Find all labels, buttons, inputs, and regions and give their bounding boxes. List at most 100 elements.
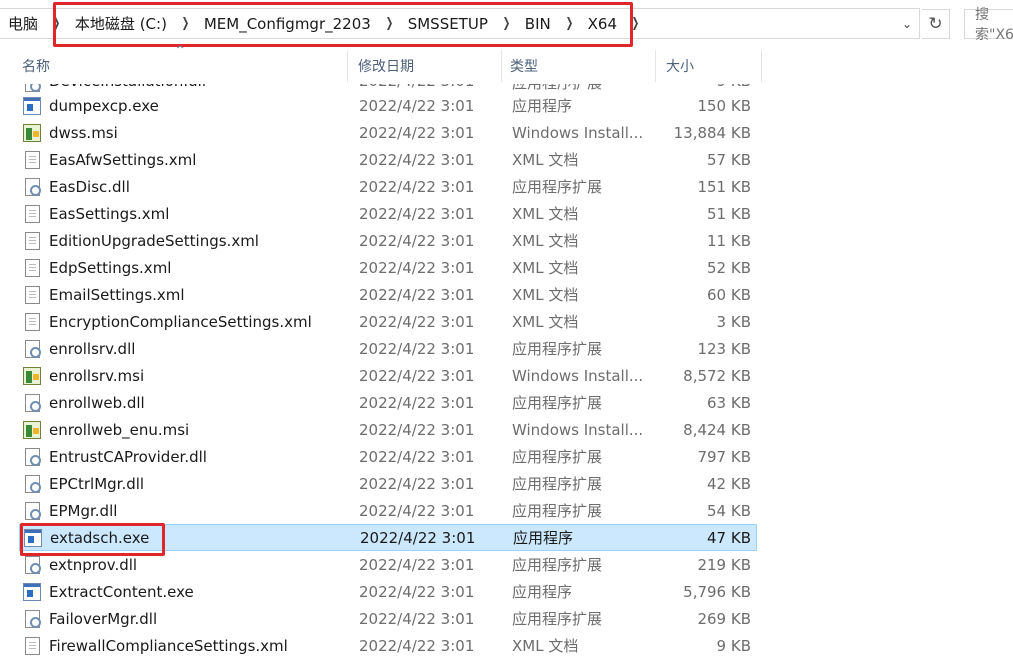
refresh-button[interactable]: ↻	[922, 9, 950, 39]
exe-file-icon	[23, 97, 41, 115]
file-name: EasDisc.dll	[49, 177, 130, 196]
file-size: 8,572 KB	[683, 366, 751, 385]
column-date-label: 修改日期	[358, 59, 414, 75]
file-row[interactable]: EasDisc.dll 2022/4/22 3:01 应用程序扩展 151 KB	[0, 173, 1013, 200]
file-type: 应用程序	[512, 583, 573, 601]
file-size: 269 KB	[697, 609, 751, 628]
dll-file-icon	[25, 178, 41, 196]
breadcrumb-label: MEM_Configmgr_2203	[203, 14, 371, 33]
xml-file-icon	[25, 232, 40, 250]
file-row[interactable]: EPMgr.dll 2022/4/22 3:01 应用程序扩展 54 KB	[0, 497, 1013, 524]
breadcrumb-x64[interactable]: X64 ❯	[579, 9, 645, 38]
chevron-right-icon[interactable]: ❯	[179, 16, 192, 31]
file-row[interactable]: EasSettings.xml 2022/4/22 3:01 XML 文档 51 KB	[0, 200, 1013, 227]
file-name: enrollweb.dll	[49, 393, 145, 412]
file-date: 2022/4/22 3:01	[359, 393, 475, 412]
breadcrumb-bin[interactable]: BIN ❯	[516, 9, 579, 38]
file-name: EncryptionComplianceSettings.xml	[49, 312, 312, 331]
file-date: 2022/4/22 3:01	[359, 474, 475, 493]
file-date: 2022/4/22 3:01	[359, 609, 475, 628]
file-row[interactable]: FailoverMgr.dll 2022/4/22 3:01 应用程序扩展 269 K…	[0, 605, 1013, 632]
file-row[interactable]: dumpexcp.exe 2022/4/22 3:01 应用程序 150 KB	[0, 92, 1013, 119]
file-size: 9 KB	[716, 636, 751, 655]
file-row[interactable]: EdpSettings.xml 2022/4/22 3:01 XML 文档 52 KB	[0, 254, 1013, 281]
file-row[interactable]: enrollweb.dll 2022/4/22 3:01 应用程序扩展 63 KB	[0, 389, 1013, 416]
file-name: enrollsrv.msi	[49, 366, 145, 385]
dll-file-icon	[25, 610, 41, 628]
file-row[interactable]: EntrustCAProvider.dll 2022/4/22 3:01 应用程序扩…	[0, 443, 1013, 470]
breadcrumb-label: X64	[587, 14, 617, 33]
file-name: EasSettings.xml	[49, 204, 170, 223]
refresh-icon: ↻	[928, 14, 943, 34]
column-type-label: 类型	[510, 59, 538, 75]
file-size: 51 KB	[707, 204, 751, 223]
file-size: 150 KB	[697, 96, 751, 115]
column-type[interactable]: 类型	[502, 50, 656, 82]
breadcrumb-label: 电脑	[8, 15, 39, 33]
file-row[interactable]: EPCtrlMgr.dll 2022/4/22 3:01 应用程序扩展 42 KB	[0, 470, 1013, 497]
chevron-right-icon[interactable]: ❯	[629, 16, 642, 31]
file-date: 2022/4/22 3:01	[360, 528, 476, 547]
xml-file-icon	[25, 313, 40, 331]
search-input[interactable]: 搜索"X64"	[964, 7, 1013, 43]
breadcrumb-label: SMSSETUP	[407, 14, 488, 33]
column-date[interactable]: 修改日期	[348, 50, 502, 82]
file-type: XML 文档	[512, 313, 579, 331]
file-row[interactable]: dwss.msi 2022/4/22 3:01 Windows Install...…	[0, 119, 1013, 146]
file-row[interactable]: enrollsrv.msi 2022/4/22 3:01 Windows Insta…	[0, 362, 1013, 389]
file-row[interactable]: ExtractContent.exe 2022/4/22 3:01 应用程序 5,79…	[0, 578, 1013, 605]
file-name: EditionUpgradeSettings.xml	[49, 231, 259, 250]
file-type: XML 文档	[512, 259, 579, 277]
breadcrumb-label: 本地磁盘 (C:)	[74, 15, 167, 33]
file-row[interactable]: enrollsrv.dll 2022/4/22 3:01 应用程序扩展 123 KB	[0, 335, 1013, 362]
address-box[interactable]: 电脑 ❯ 本地磁盘 (C:) ❯ MEM_Configmgr_2203 ❯ SM…	[0, 8, 920, 39]
breadcrumb-computer[interactable]: 电脑 ❯	[0, 9, 66, 38]
file-size: 797 KB	[697, 447, 751, 466]
file-size: 63 KB	[707, 393, 751, 412]
breadcrumb-mem-configmgr[interactable]: MEM_Configmgr_2203 ❯	[195, 9, 399, 38]
msi-file-icon	[23, 124, 41, 142]
file-row[interactable]: EmailSettings.xml 2022/4/22 3:01 XML 文档 60 …	[0, 281, 1013, 308]
chevron-right-icon[interactable]: ❯	[383, 16, 396, 31]
file-name: EasAfwSettings.xml	[49, 150, 197, 169]
file-row[interactable]: extnprov.dll 2022/4/22 3:01 应用程序扩展 219 KB	[0, 551, 1013, 578]
sort-up-icon: ⌃	[173, 45, 187, 56]
file-size: 52 KB	[707, 258, 751, 277]
file-row-selected[interactable]: extadsch.exe 2022/4/22 3:01 应用程序 47 KB	[19, 524, 757, 551]
file-type: 应用程序	[513, 529, 574, 547]
file-size: 47 KB	[707, 528, 751, 547]
file-date: 2022/4/22 3:01	[359, 312, 475, 331]
file-row[interactable]: EncryptionComplianceSettings.xml 2022/4/2…	[0, 308, 1013, 335]
file-type: XML 文档	[512, 151, 579, 169]
column-name-label: 名称	[22, 59, 50, 75]
dll-file-icon	[25, 84, 41, 92]
file-row[interactable]: EditionUpgradeSettings.xml 2022/4/22 3:01…	[0, 227, 1013, 254]
chevron-right-icon[interactable]: ❯	[50, 16, 63, 31]
file-type: 应用程序扩展	[512, 502, 603, 520]
file-row[interactable]: enrollweb_enu.msi 2022/4/22 3:01 Windows I…	[0, 416, 1013, 443]
chevron-right-icon[interactable]: ❯	[563, 16, 576, 31]
file-row[interactable]: DeviceInstallation.dll 2022/4/22 3:01 应用程序…	[0, 84, 1013, 92]
file-size: 11 KB	[707, 231, 751, 250]
breadcrumb-drive-c[interactable]: 本地磁盘 (C:) ❯	[66, 9, 195, 38]
chevron-right-icon[interactable]: ❯	[500, 16, 513, 31]
column-name[interactable]: ⌃ 名称	[0, 45, 348, 82]
file-row[interactable]: FirewallComplianceSettings.xml 2022/4/22 …	[0, 632, 1013, 659]
file-size: 9 KB	[717, 84, 751, 90]
file-size: 42 KB	[707, 474, 751, 493]
file-type: Windows Install...	[512, 420, 644, 439]
file-date: 2022/4/22 3:01	[359, 84, 474, 90]
breadcrumb-smssetup[interactable]: SMSSETUP ❯	[399, 9, 516, 38]
file-size: 219 KB	[697, 555, 751, 574]
file-row[interactable]: EasAfwSettings.xml 2022/4/22 3:01 XML 文档 57…	[0, 146, 1013, 173]
file-name: EPMgr.dll	[49, 501, 118, 520]
exe-file-icon	[24, 529, 42, 547]
file-name: EntrustCAProvider.dll	[49, 447, 207, 466]
file-date: 2022/4/22 3:01	[359, 366, 475, 385]
chevron-down-icon[interactable]: ⌄	[896, 14, 918, 34]
file-name: EmailSettings.xml	[49, 285, 185, 304]
column-size[interactable]: 大小	[656, 50, 762, 82]
dll-file-icon	[25, 448, 41, 466]
msi-file-icon	[23, 421, 41, 439]
xml-file-icon	[25, 151, 40, 169]
